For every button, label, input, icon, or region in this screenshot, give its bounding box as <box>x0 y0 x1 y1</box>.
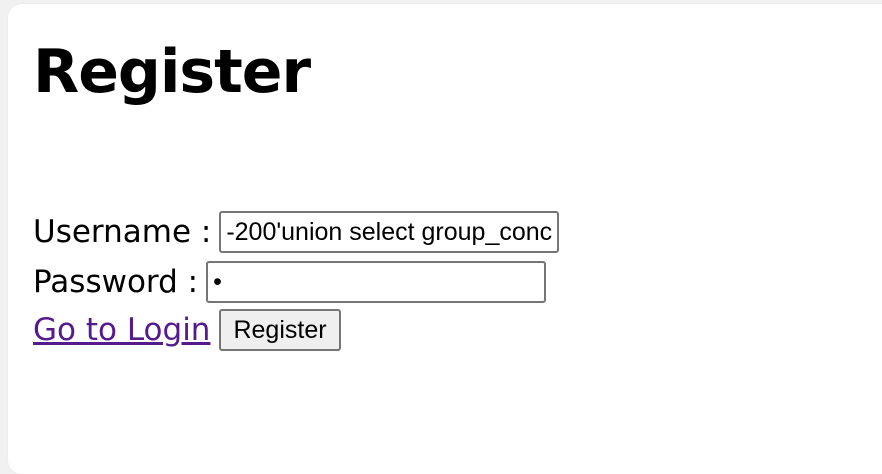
username-row: Username : <box>33 210 560 254</box>
username-input[interactable] <box>219 211 560 253</box>
password-label: Password : <box>33 264 199 300</box>
page-title: Register <box>33 37 311 107</box>
register-card: Register Username : Password : Go to Log… <box>8 4 882 474</box>
password-row: Password : <box>33 260 547 304</box>
go-to-login-link[interactable]: Go to Login <box>33 312 210 348</box>
password-input[interactable] <box>206 261 547 303</box>
register-button[interactable]: Register <box>219 309 341 351</box>
username-label: Username : <box>33 214 212 250</box>
actions-row: Go to Login Register <box>33 308 341 352</box>
